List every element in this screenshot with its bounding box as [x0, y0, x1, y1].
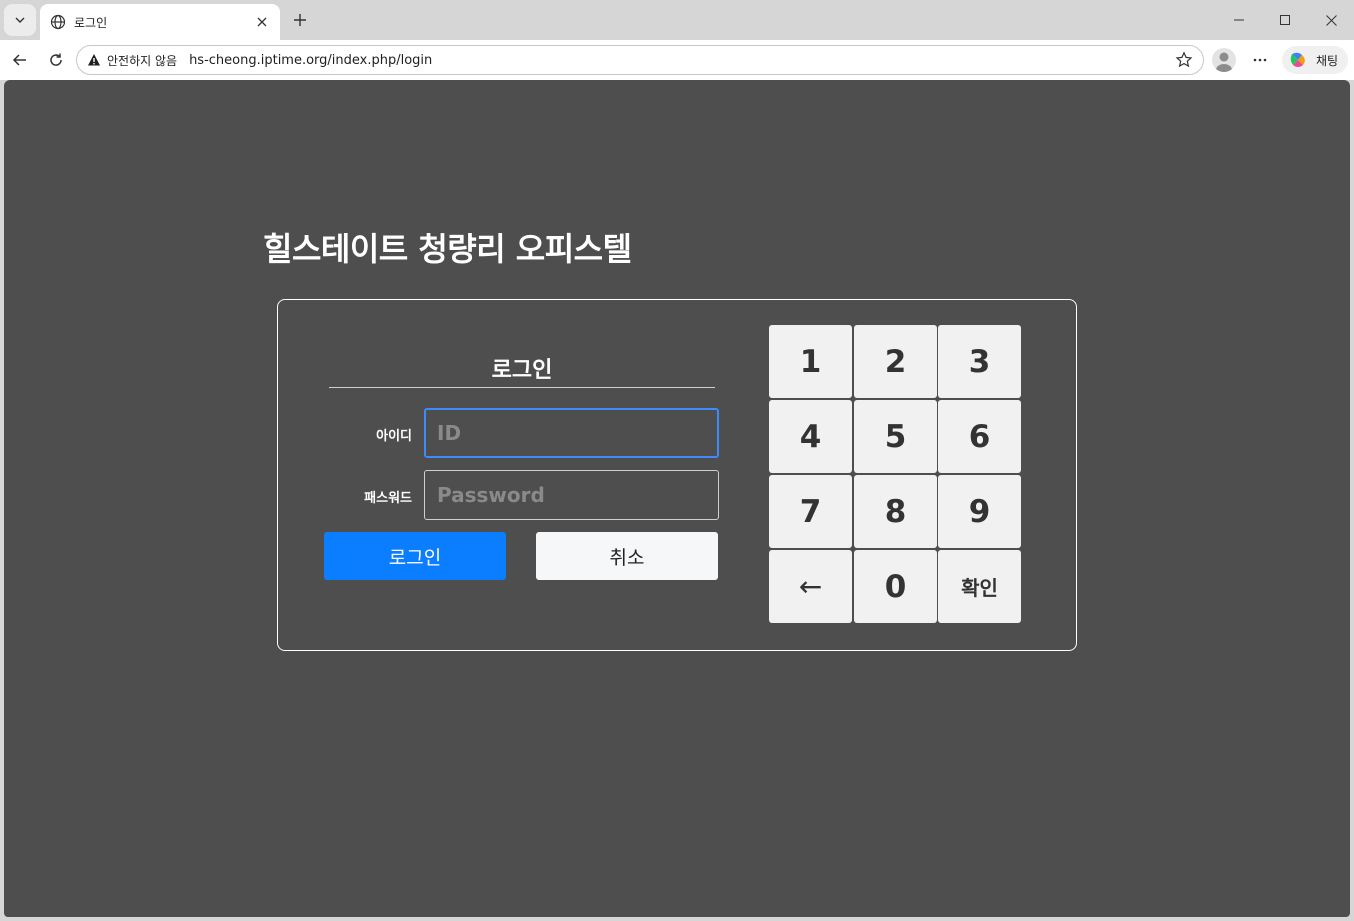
profile-avatar[interactable]	[1212, 48, 1236, 72]
copilot-chat-button[interactable]: 채팅	[1282, 46, 1348, 74]
numeric-keypad: 1 2 3 4 5 6 7 8 9 ← 0 확인	[769, 325, 1022, 624]
keypad-key-2[interactable]: 2	[854, 325, 937, 398]
id-label: 아이디	[376, 429, 412, 444]
site-title: 힐스테이트 청량리 오피스텔	[263, 230, 632, 268]
keypad-key-6[interactable]: 6	[938, 400, 1021, 473]
more-menu-button[interactable]	[1246, 46, 1274, 74]
minimize-icon	[1234, 19, 1244, 21]
close-window-button[interactable]	[1308, 0, 1354, 40]
login-button[interactable]: 로그인	[324, 532, 506, 580]
active-tab[interactable]: 로그인	[40, 4, 280, 40]
login-heading: 로그인	[329, 348, 715, 388]
page-viewport: 힐스테이트 청량리 오피스텔 로그인 아이디 패스워드 로그인 취소 1 2 3…	[4, 80, 1350, 917]
keypad-key-3[interactable]: 3	[938, 325, 1021, 398]
url-text[interactable]: hs-cheong.iptime.org/index.php/login	[189, 53, 1175, 68]
reload-icon	[50, 53, 62, 66]
close-icon	[1325, 14, 1337, 26]
globe-icon	[50, 14, 66, 30]
tab-search-button[interactable]	[4, 4, 36, 36]
plus-icon	[294, 14, 306, 26]
close-tab-button[interactable]	[254, 14, 270, 30]
arrow-left-icon	[12, 54, 26, 66]
chevron-down-icon	[15, 17, 25, 23]
warning-icon[interactable]	[87, 53, 101, 67]
more-horizontal-icon	[1253, 58, 1267, 62]
new-tab-button[interactable]	[288, 8, 312, 32]
back-button[interactable]	[6, 46, 34, 74]
person-icon	[1216, 52, 1232, 72]
maximize-icon	[1280, 15, 1290, 25]
keypad-key-0[interactable]: 0	[854, 550, 937, 623]
id-input[interactable]	[424, 408, 719, 458]
address-bar[interactable]: 안전하지 않음 hs-cheong.iptime.org/index.php/l…	[76, 45, 1204, 75]
password-input[interactable]	[424, 470, 719, 520]
cancel-button[interactable]: 취소	[536, 532, 718, 580]
keypad-key-4[interactable]: 4	[769, 400, 852, 473]
tab-strip: 로그인	[0, 0, 1354, 40]
browser-toolbar: 안전하지 않음 hs-cheong.iptime.org/index.php/l…	[0, 40, 1354, 80]
keypad-key-9[interactable]: 9	[938, 475, 1021, 548]
copilot-icon	[1290, 52, 1305, 67]
keypad-confirm-key[interactable]: 확인	[938, 550, 1021, 623]
keypad-key-1[interactable]: 1	[769, 325, 852, 398]
keypad-key-8[interactable]: 8	[854, 475, 937, 548]
reload-button[interactable]	[42, 46, 70, 74]
keypad-key-7[interactable]: 7	[769, 475, 852, 548]
chat-label: 채팅	[1316, 53, 1339, 68]
maximize-button[interactable]	[1262, 0, 1308, 40]
keypad-backspace-key[interactable]: ←	[769, 550, 852, 623]
password-label: 패스워드	[364, 491, 412, 506]
keypad-key-5[interactable]: 5	[854, 400, 937, 473]
star-icon[interactable]	[1175, 51, 1193, 69]
login-card: 로그인 아이디 패스워드 로그인 취소 1 2 3 4 5 6 7 8 9 ← …	[277, 299, 1077, 651]
close-icon	[257, 17, 267, 27]
not-secure-label[interactable]: 안전하지 않음	[107, 52, 177, 69]
minimize-button[interactable]	[1216, 0, 1262, 40]
tab-title: 로그인	[74, 15, 108, 30]
